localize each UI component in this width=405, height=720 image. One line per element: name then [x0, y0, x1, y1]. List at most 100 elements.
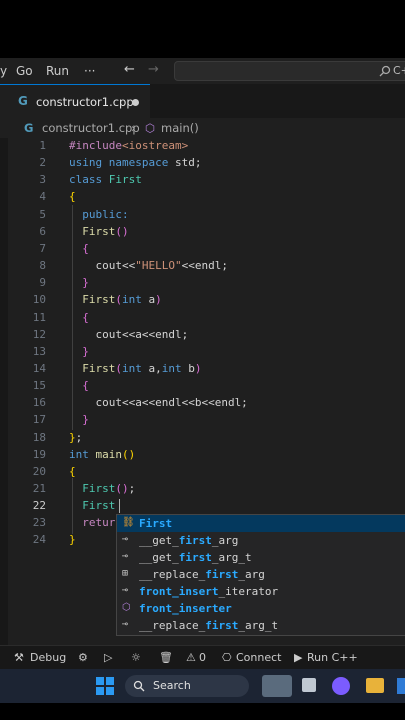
debug-icon[interactable]: ⚒ — [14, 651, 24, 664]
suggestion-widget[interactable]: ⛓ First ⊸ __get_first_arg ⊸ __get_first_arg_t… — [116, 514, 405, 636]
code-token: } — [69, 430, 76, 444]
function-icon: ⬡ — [122, 602, 131, 613]
command-center-search[interactable]: C+ — [174, 61, 405, 81]
menu-item-go[interactable]: Go — [16, 64, 33, 78]
struct-icon: ⊞ — [122, 568, 129, 579]
code-line[interactable]: First(int a) — [69, 293, 162, 306]
widget-icon[interactable] — [262, 675, 292, 697]
connect-icon[interactable]: ⎔ — [222, 651, 232, 664]
menu-item-view-partial[interactable]: y — [0, 64, 7, 78]
suggestion-item[interactable]: ⊸ __get_first_arg_t — [117, 549, 405, 566]
code-line[interactable]: { — [69, 190, 76, 203]
code-line[interactable]: using namespace std; — [69, 156, 201, 169]
taskbar-search-label: Search — [153, 679, 191, 692]
line-number: 16 — [32, 396, 46, 410]
suggestion-label: __replace_first_arg_t — [139, 619, 278, 632]
play-icon[interactable]: ▷ — [104, 651, 112, 664]
suggestion-item[interactable]: ⛓ First — [117, 515, 405, 532]
code-token: #include — [69, 139, 122, 152]
line-number: 21 — [32, 482, 46, 495]
code-token: int — [161, 361, 182, 375]
code-line[interactable]: public: — [69, 208, 128, 221]
code-token: First — [69, 293, 116, 307]
code-line[interactable]: cout<<"HELLO"<<endl; — [69, 259, 228, 273]
code-token: } — [69, 533, 76, 547]
suggestion-item[interactable]: ⊞ __replace_first_arg — [117, 566, 405, 583]
search-icon — [379, 65, 391, 77]
code-token: <<endl; — [181, 259, 228, 273]
line-number: 15 — [32, 379, 46, 393]
code-line[interactable]: First(int a,int b) — [69, 362, 201, 375]
suggestion-suffix: _iterator — [218, 585, 279, 598]
status-connect[interactable]: Connect — [236, 651, 281, 664]
code-token: cout<<a<<endl; — [69, 327, 189, 341]
copilot-icon[interactable] — [332, 677, 350, 695]
suggestion-label: __get_first_arg — [139, 534, 238, 547]
top-letterbox — [0, 0, 405, 58]
line-number: 5 — [39, 207, 46, 221]
line-number: 12 — [32, 327, 46, 341]
suggestion-item[interactable]: ⬡ front_inserter — [117, 600, 405, 617]
code-token: cout<< — [69, 259, 136, 273]
line-number: 11 — [32, 310, 46, 324]
code-line[interactable]: cout<<a<<endl; — [69, 328, 188, 341]
suggestion-item[interactable]: ⊸ __get_first_arg — [117, 532, 405, 549]
line-number: 2 — [39, 156, 46, 170]
code-line[interactable]: #include<iostream> — [69, 139, 188, 152]
code-line[interactable]: First() — [69, 225, 128, 238]
code-line[interactable]: { — [69, 465, 76, 478]
code-token: cout<<a<<endl<<b<<endl; — [69, 396, 248, 410]
bug-icon[interactable]: ☼ — [131, 651, 141, 664]
code-token: int — [69, 447, 89, 461]
code-line[interactable]: }; — [69, 431, 82, 444]
suggestion-suffix: _arg_t — [238, 619, 279, 632]
menu-item-run[interactable]: Run — [46, 64, 69, 78]
suggestion-prefix: __replace_ — [139, 568, 206, 581]
suggestion-match: front_inserter — [139, 602, 232, 615]
code-token: First — [102, 173, 142, 187]
text-cursor — [119, 499, 120, 513]
problems-count[interactable]: 0 — [199, 651, 206, 664]
code-line[interactable]: cout<<a<<endl<<b<<endl; — [69, 396, 248, 410]
more-menu-button[interactable]: ··· — [84, 64, 95, 78]
tab-bar: G constructor1.cpp — [0, 84, 405, 119]
gear-icon[interactable]: ⚙ — [78, 651, 88, 664]
delete-icon[interactable]: 🗑 — [159, 651, 173, 664]
line-number: 22 — [32, 499, 46, 513]
field-icon: ⊸ — [122, 534, 129, 545]
suggestion-item[interactable]: ⊸ __replace_first_arg_t — [117, 617, 405, 634]
code-line[interactable]: First — [69, 499, 115, 512]
taskbar-search[interactable]: Search — [125, 675, 249, 697]
suggestion-match: first — [178, 534, 212, 547]
breadcrumb-symbol[interactable]: main() — [161, 121, 199, 135]
breadcrumb-file[interactable]: constructor1.cpp — [42, 121, 140, 135]
tab-label: constructor1.cpp — [36, 95, 134, 109]
tab-constructor1[interactable]: G constructor1.cpp — [0, 84, 150, 119]
suggestion-item[interactable]: ⊸ front_insert_iterator — [117, 583, 405, 600]
problems-icon[interactable]: ⚠ — [186, 651, 196, 664]
windows-start-icon[interactable] — [96, 677, 114, 695]
code-line[interactable]: } — [69, 533, 76, 546]
status-run[interactable]: Run C++ — [307, 651, 358, 664]
code-token: () — [115, 482, 129, 495]
code-token: using — [69, 156, 103, 170]
unsaved-dot-icon[interactable] — [132, 99, 139, 106]
run-icon[interactable]: ▶ — [294, 651, 302, 664]
code-line[interactable]: class First — [69, 173, 142, 186]
suggestion-label: front_inserter — [139, 602, 232, 615]
file-explorer-icon[interactable] — [366, 678, 384, 693]
task-view-icon[interactable] — [302, 678, 316, 692]
code-line[interactable]: First(); — [69, 482, 135, 495]
line-number: 24 — [32, 533, 46, 547]
code-line[interactable]: retur — [69, 516, 115, 529]
code-token: ) — [194, 361, 202, 375]
status-debug[interactable]: Debug — [30, 651, 66, 664]
back-arrow-icon[interactable]: ← — [124, 62, 135, 77]
code-token: ( — [115, 293, 122, 307]
field-icon: ⊸ — [122, 619, 129, 630]
app-icon-partial[interactable] — [397, 678, 405, 694]
code-line[interactable]: int main() — [69, 448, 135, 461]
code-token: b — [181, 361, 195, 375]
forward-arrow-icon[interactable]: → — [148, 62, 159, 77]
indent-guide — [72, 478, 73, 534]
